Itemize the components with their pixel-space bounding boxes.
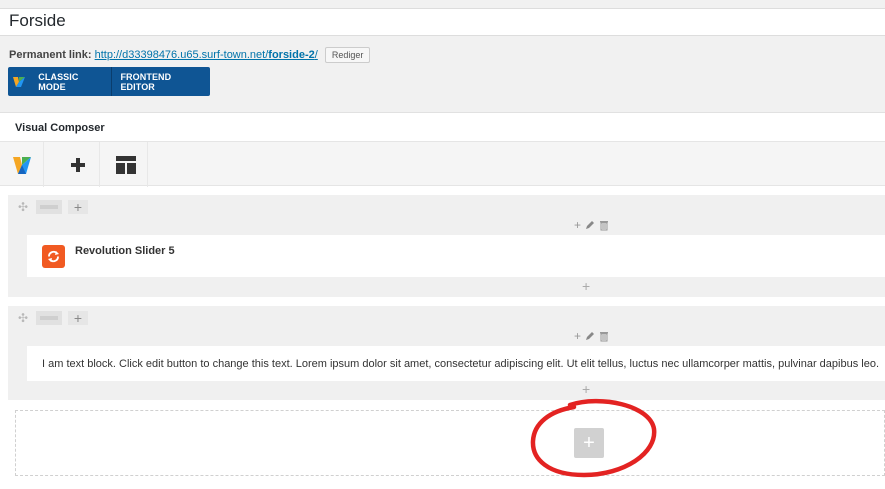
permalink-label: Permanent link: <box>9 48 92 61</box>
permalink-url-suffix: / <box>314 48 318 61</box>
add-element-to-column[interactable]: + <box>582 278 590 294</box>
trash-icon[interactable] <box>599 220 609 231</box>
text-block-content: I am text block. Click edit button to ch… <box>42 358 879 370</box>
visual-composer-title: Visual Composer <box>15 122 105 134</box>
pencil-icon[interactable] <box>585 220 595 230</box>
page: Forside Permanent link: http://d33398476… <box>0 0 885 489</box>
add-to-column-icon[interactable]: + <box>574 218 581 232</box>
trash-icon[interactable] <box>599 331 609 342</box>
add-to-column-icon[interactable]: + <box>574 329 581 343</box>
row-layout-icon[interactable] <box>36 311 62 325</box>
permalink-url[interactable]: http://d33398476.u65.surf-town.net/forsi… <box>95 49 318 61</box>
edit-permalink-button[interactable]: Rediger <box>324 47 371 63</box>
row-2: ✣ + + I am text block. Click edit button… <box>8 306 885 400</box>
permalink-slug: forside-2 <box>268 48 315 61</box>
add-element-to-column[interactable]: + <box>582 381 590 397</box>
column-controls: + <box>574 218 609 232</box>
add-new-row-button[interactable]: + <box>574 428 604 458</box>
permalink-row: Permanent link: http://d33398476.u65.sur… <box>9 47 371 63</box>
row-1: ✣ + + Revolution Slider 5 + <box>8 195 885 297</box>
templates-icon <box>115 155 136 174</box>
text-block-element[interactable]: I am text block. Click edit button to ch… <box>27 346 885 381</box>
move-icon[interactable]: ✣ <box>16 200 30 214</box>
templates-button[interactable] <box>104 142 148 187</box>
classic-mode-button[interactable]: CLASSIC MODE <box>30 67 111 96</box>
move-icon[interactable]: ✣ <box>16 311 30 325</box>
revolution-slider-icon <box>42 245 65 268</box>
add-element-button[interactable] <box>56 142 100 187</box>
plus-icon <box>70 157 85 172</box>
editor-mode-bar: CLASSIC MODE FRONTEND EDITOR <box>8 67 210 96</box>
row-2-controls: ✣ + <box>16 310 88 326</box>
column-controls: + <box>574 329 609 343</box>
element-title: Revolution Slider 5 <box>75 245 175 257</box>
vc-logo-button[interactable] <box>0 142 44 187</box>
post-title[interactable]: Forside <box>9 11 66 31</box>
vc-logo-icon <box>8 67 30 96</box>
add-column-button[interactable]: + <box>68 200 88 214</box>
frontend-editor-button[interactable]: FRONTEND EDITOR <box>111 67 210 96</box>
add-column-button[interactable]: + <box>68 311 88 325</box>
row-1-controls: ✣ + <box>16 199 88 215</box>
vc-toolbar <box>0 141 885 187</box>
permalink-url-prefix: http://d33398476.u65.surf-town.net/ <box>94 48 269 61</box>
row-layout-icon[interactable] <box>36 200 62 214</box>
post-title-field[interactable]: Forside <box>0 8 885 36</box>
vc-logo-icon <box>12 156 31 174</box>
empty-row-dropzone[interactable]: + <box>15 410 885 476</box>
revolution-slider-element[interactable]: Revolution Slider 5 <box>27 235 885 277</box>
pencil-icon[interactable] <box>585 331 595 341</box>
